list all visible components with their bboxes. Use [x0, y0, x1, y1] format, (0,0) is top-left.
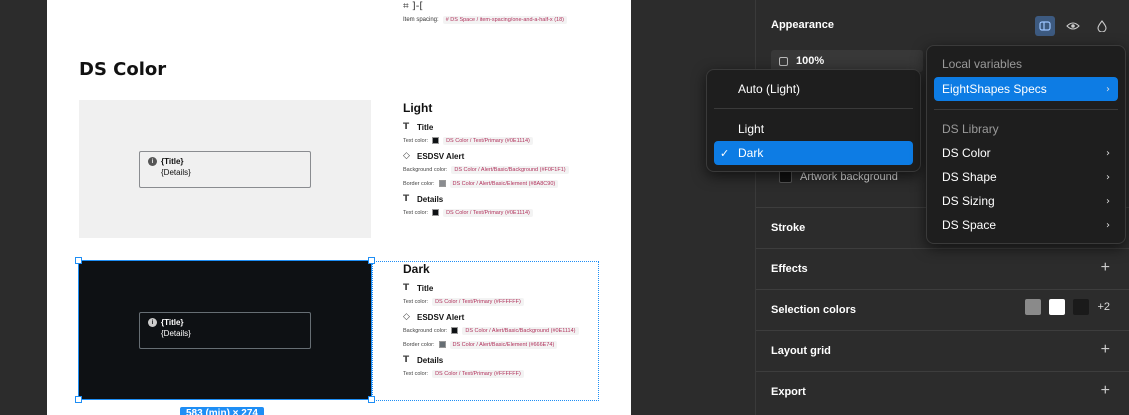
color-token: DS Color / Text/Primary (#FFFFFF) [432, 369, 524, 378]
alert-details: {Details} [161, 168, 191, 177]
variable-mode-icon[interactable] [1035, 16, 1055, 36]
add-export-icon[interactable]: + [1101, 382, 1110, 400]
menu-item-light[interactable]: Light [714, 117, 913, 141]
mode-menu: Auto (Light) Light ✓ Dark [706, 69, 921, 172]
spec-heading-dark: Dark [403, 262, 430, 276]
menu-item-ds-shape[interactable]: DS Shape › [934, 165, 1118, 189]
spec-row: Text color: DS Color / Text/Primary (#0E1… [403, 207, 603, 218]
color-swatch [432, 209, 440, 216]
spec-item-title: T Title [403, 122, 434, 132]
color-swatch [438, 341, 446, 348]
selection-colors-section: Selection colors +2 [756, 289, 1129, 330]
info-icon: i [148, 157, 157, 166]
spacing-icon: ⌗ ]-[ [403, 1, 424, 12]
selection-colors-title: Selection colors [771, 304, 856, 316]
menu-divider [714, 108, 913, 109]
resize-handle-bl[interactable] [75, 396, 82, 403]
menu-item-auto[interactable]: Auto (Light) [714, 77, 913, 101]
opacity-icon [779, 56, 788, 66]
spec-item-details: T Details [403, 194, 444, 204]
add-layout-grid-icon[interactable]: + [1101, 341, 1110, 359]
color-token: DS Color / Text/Primary (#0E1114) [443, 136, 533, 145]
color-swatch [432, 137, 440, 144]
spec-row: Text color: DS Color / Text/Primary (#FFF… [403, 296, 603, 307]
selection-color-swatches: +2 [1025, 299, 1110, 315]
spec-row: Border color: DS Color / Alert/Basic/Elem… [403, 339, 603, 350]
alert-title: {Title} [161, 157, 184, 166]
appearance-title: Appearance [771, 19, 834, 31]
spec-row: Text color: DS Color / Text/Primary (#FFF… [403, 368, 603, 379]
more-colors-count[interactable]: +2 [1097, 301, 1110, 313]
item-spacing-row: Item spacing: # DS Space / item-spacing/… [403, 16, 567, 24]
dimension-label: 583 (min) × 274 [180, 407, 264, 415]
menu-item-ds-space[interactable]: DS Space › [934, 213, 1118, 237]
check-icon: ✓ [720, 146, 730, 160]
color-token: DS Color / Alert/Basic/Background (#F0F1… [451, 165, 569, 174]
color-token: DS Color / Alert/Basic/Background (#0E11… [462, 326, 579, 335]
resize-handle-tr[interactable] [368, 257, 375, 264]
color-token: DS Color / Alert/Basic/Element (#666E74) [449, 340, 558, 349]
layout-grid-title: Layout grid [771, 345, 831, 357]
layout-grid-section[interactable]: Layout grid + [756, 330, 1129, 371]
export-section[interactable]: Export + [756, 371, 1129, 415]
opacity-value: 100% [796, 55, 825, 67]
menu-divider [934, 109, 1118, 110]
local-variables-heading: Local variables [942, 57, 1023, 71]
light-spec-list: Light T Title Text color: DS Color / Text/… [403, 101, 603, 218]
section-title: DS Color [79, 59, 167, 80]
light-preview-frame[interactable]: i {Title} {Details} [79, 100, 371, 238]
resize-handle-tl[interactable] [75, 257, 82, 264]
add-effect-icon[interactable]: + [1101, 259, 1110, 277]
text-icon: T [403, 283, 410, 293]
eye-icon[interactable] [1063, 16, 1083, 36]
menu-item-dark[interactable]: ✓ Dark [714, 141, 913, 165]
stroke-title: Stroke [771, 222, 806, 234]
spec-item-alert: ◇ ESDSV Alert [403, 312, 465, 322]
item-spacing-token: # DS Space / item-spacing/one-and-a-half… [442, 16, 567, 24]
chevron-right-icon: › [1106, 83, 1110, 95]
spec-row: Background color: DS Color / Alert/Basic/… [403, 325, 603, 336]
color-token: DS Color / Text/Primary (#0E1114) [443, 208, 533, 217]
chevron-right-icon: › [1106, 195, 1110, 207]
color-swatch [451, 327, 459, 334]
menu-item-ds-sizing[interactable]: DS Sizing › [934, 189, 1118, 213]
ds-library-heading: DS Library [942, 122, 999, 136]
spec-item-alert: ◇ ESDSV Alert [403, 151, 465, 161]
blend-mode-icon[interactable] [1092, 16, 1112, 36]
artwork-background-label: Artwork background [800, 170, 898, 183]
export-title: Export [771, 386, 806, 398]
resize-handle-br[interactable] [368, 396, 375, 403]
alert-component-light[interactable]: i {Title} {Details} [139, 151, 311, 188]
text-icon: T [403, 122, 410, 132]
item-spacing-label: Item spacing: [403, 17, 439, 23]
variable-library-menu: Local variables EightShapes Specs › DS L… [926, 45, 1126, 244]
spec-row: Text color: DS Color / Text/Primary (#0E1… [403, 135, 603, 146]
spec-item-title: T Title [403, 283, 434, 293]
chevron-right-icon: › [1106, 147, 1110, 159]
spec-heading-light: Light [403, 101, 433, 115]
color-token: DS Color / Alert/Basic/Element (#8A8C90) [449, 179, 559, 188]
selection-color-swatch[interactable] [1049, 299, 1066, 315]
chevron-right-icon: › [1106, 219, 1110, 231]
text-icon: T [403, 194, 410, 204]
color-swatch [438, 180, 446, 187]
selection-box[interactable] [75, 257, 375, 403]
spec-document-frame[interactable]: ⌗ ]-[ Item spacing: # DS Space / item-sp… [47, 0, 631, 415]
effects-section[interactable]: Effects + [756, 248, 1129, 289]
spec-row: Background color: DS Color / Alert/Basic/… [403, 164, 603, 175]
text-icon: T [403, 355, 410, 365]
color-token: DS Color / Text/Primary (#FFFFFF) [432, 297, 524, 306]
chevron-right-icon: › [1106, 171, 1110, 183]
component-icon: ◇ [403, 151, 410, 161]
menu-item-ds-color[interactable]: DS Color › [934, 141, 1118, 165]
design-canvas[interactable]: ⌗ ]-[ Item spacing: # DS Space / item-sp… [0, 0, 755, 415]
selection-color-swatch[interactable] [1025, 299, 1042, 315]
spec-item-details: T Details [403, 355, 444, 365]
dark-spec-list: Dark T Title Text color: DS Color / Text/P… [403, 262, 603, 379]
effects-title: Effects [771, 263, 808, 275]
spec-row: Border color: DS Color / Alert/Basic/Elem… [403, 178, 603, 189]
component-icon: ◇ [403, 312, 410, 322]
menu-item-eightshapes-specs[interactable]: EightShapes Specs › [934, 77, 1118, 101]
selection-color-swatch[interactable] [1073, 299, 1090, 315]
